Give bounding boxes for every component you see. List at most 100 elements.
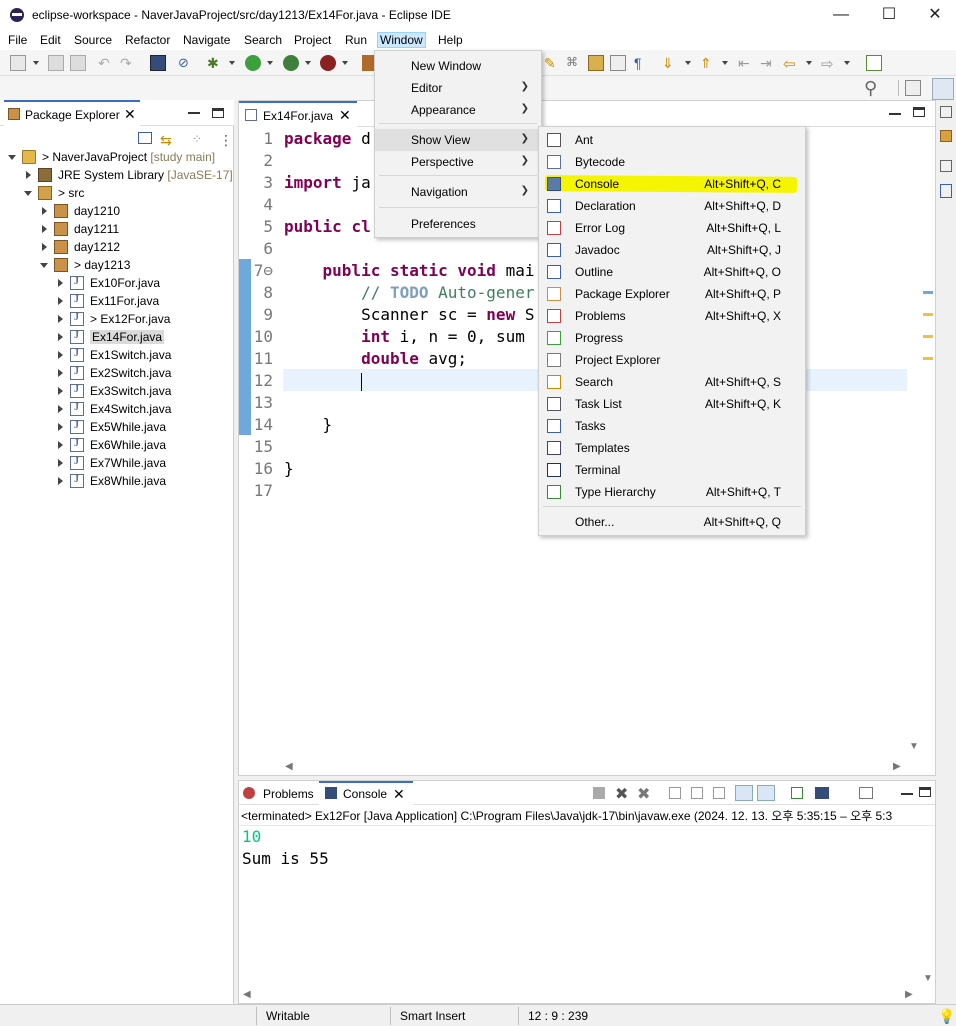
show-view-bytecode[interactable]: Bytecode: [539, 151, 805, 173]
code-line[interactable]: int i, n = 0, sum: [284, 327, 525, 346]
menu-refactor[interactable]: Refactor: [125, 33, 170, 47]
overview-marker[interactable]: [923, 357, 933, 360]
collapsed-arrow-icon[interactable]: [42, 207, 47, 215]
save-all-icon[interactable]: [70, 55, 86, 71]
tree-item[interactable]: JRE System Library [JavaSE-17]: [0, 166, 234, 184]
terminal-toolbar-icon[interactable]: [150, 55, 166, 71]
code-line[interactable]: }: [284, 459, 294, 478]
collapsed-arrow-icon[interactable]: [26, 171, 31, 179]
new-icon[interactable]: [10, 55, 26, 71]
block-selection-icon[interactable]: [610, 55, 626, 71]
show-view-error-log[interactable]: Error Log Alt+Shift+Q, L: [539, 217, 805, 239]
maximize-button[interactable]: ☐: [866, 0, 912, 30]
show-view-terminal[interactable]: Terminal: [539, 459, 805, 481]
window-menu-editor[interactable]: Editor ❯: [375, 77, 541, 99]
collapsed-arrow-icon[interactable]: [58, 297, 63, 305]
back-icon[interactable]: ⇦: [783, 55, 799, 73]
next-annotation-dropdown-icon[interactable]: [685, 61, 691, 65]
external-tools-dropdown-icon[interactable]: [342, 61, 348, 65]
coverage-dropdown-icon[interactable]: [305, 61, 311, 65]
collapsed-arrow-icon[interactable]: [42, 243, 47, 251]
collapse-all-icon[interactable]: [138, 132, 152, 144]
show-view-problems[interactable]: Problems Alt+Shift+Q, X: [539, 305, 805, 327]
show-view-progress[interactable]: Progress: [539, 327, 805, 349]
debug-dropdown-icon[interactable]: [229, 61, 235, 65]
tree-item[interactable]: Ex7While.java: [0, 454, 234, 472]
tree-item[interactable]: Ex10For.java: [0, 274, 234, 292]
menu-window[interactable]: Window: [377, 32, 426, 48]
show-view-javadoc[interactable]: Javadoc Alt+Shift+Q, J: [539, 239, 805, 261]
status-insert-mode[interactable]: Smart Insert: [400, 1009, 465, 1023]
tab-problems[interactable]: Problems: [263, 787, 314, 801]
tree-item[interactable]: Ex6While.java: [0, 436, 234, 454]
coverage-icon[interactable]: [283, 55, 299, 71]
expanded-arrow-icon[interactable]: [24, 191, 32, 196]
clear-console-icon[interactable]: [669, 787, 681, 799]
link-with-editor-icon[interactable]: ⇆: [160, 132, 172, 149]
show-stderr-icon[interactable]: [757, 785, 775, 801]
show-view-other[interactable]: Other... Alt+Shift+Q, Q: [539, 511, 805, 533]
overview-marker[interactable]: [923, 291, 933, 294]
forward-edit-icon[interactable]: ⇥: [760, 55, 776, 71]
overview-marker[interactable]: [923, 313, 933, 316]
show-view-declaration[interactable]: Declaration Alt+Shift+Q, D: [539, 195, 805, 217]
filters-icon[interactable]: ⁘: [192, 132, 202, 146]
collapsed-arrow-icon[interactable]: [42, 225, 47, 233]
show-view-project-explorer[interactable]: Project Explorer: [539, 349, 805, 371]
remove-all-terminated-icon[interactable]: ✖: [637, 784, 650, 804]
window-menu-navigation[interactable]: Navigation ❯: [375, 181, 541, 203]
restore-icon-2[interactable]: [940, 160, 952, 172]
restore-icon[interactable]: [940, 106, 952, 118]
forward-dropdown-icon[interactable]: [844, 61, 850, 65]
window-menu-new-window[interactable]: New Window: [375, 55, 541, 77]
maximize-view-icon[interactable]: [212, 108, 224, 118]
menu-run[interactable]: Run: [345, 33, 367, 47]
code-line[interactable]: import ja: [284, 173, 371, 192]
minimize-console-icon[interactable]: [901, 793, 913, 795]
word-wrap-console-icon[interactable]: [713, 787, 725, 799]
window-menu-show-view[interactable]: Show View ❯: [375, 129, 541, 151]
tree-item[interactable]: day1211: [0, 220, 234, 238]
undo-icon[interactable]: ↶: [98, 55, 114, 71]
tree-item[interactable]: > Ex12For.java: [0, 310, 234, 328]
scroll-down-icon[interactable]: ▼: [909, 741, 919, 752]
tree-item[interactable]: day1212: [0, 238, 234, 256]
menu-source[interactable]: Source: [74, 33, 112, 47]
close-tab-icon[interactable]: ✕: [124, 106, 136, 123]
collapsed-arrow-icon[interactable]: [58, 369, 63, 377]
previous-annotation-icon[interactable]: ⇑: [700, 55, 716, 71]
skip-breakpoints-icon[interactable]: ⊘: [178, 55, 194, 71]
pin-console-icon[interactable]: [791, 787, 803, 799]
menu-navigate[interactable]: Navigate: [183, 33, 230, 47]
run-icon[interactable]: [245, 55, 261, 71]
collapsed-arrow-icon[interactable]: [58, 315, 63, 323]
close-console-icon[interactable]: ✕: [393, 786, 405, 803]
show-stdout-icon[interactable]: [735, 785, 753, 801]
tree-item[interactable]: Ex14For.java: [0, 328, 234, 346]
collapsed-arrow-icon[interactable]: [58, 405, 63, 413]
search-icon[interactable]: ⚲: [864, 78, 877, 99]
collapsed-arrow-icon[interactable]: [58, 351, 63, 359]
view-menu-icon[interactable]: ⋮: [219, 132, 233, 149]
menu-file[interactable]: File: [8, 33, 27, 47]
menu-help[interactable]: Help: [438, 33, 463, 47]
show-view-package-explorer[interactable]: Package Explorer Alt+Shift+Q, P: [539, 283, 805, 305]
show-view-task-list[interactable]: Task List Alt+Shift+Q, K: [539, 393, 805, 415]
task-list-trim-icon[interactable]: [940, 130, 952, 142]
tip-lightbulb-icon[interactable]: 💡: [938, 1008, 955, 1025]
scroll-right-icon[interactable]: ▶: [893, 761, 901, 772]
previous-annotation-dropdown-icon[interactable]: [722, 61, 728, 65]
console-scroll-down-icon[interactable]: ▼: [923, 973, 933, 984]
console-scroll-right-icon[interactable]: ▶: [905, 989, 913, 1000]
collapsed-arrow-icon[interactable]: [58, 279, 63, 287]
next-annotation-icon[interactable]: ⇓: [662, 55, 678, 71]
tree-item[interactable]: day1210: [0, 202, 234, 220]
tree-item[interactable]: > src: [0, 184, 234, 202]
toggle-breadcrumb-icon[interactable]: ⌘: [566, 55, 582, 71]
maximize-console-icon[interactable]: [919, 787, 931, 797]
minimize-editor-icon[interactable]: [889, 113, 901, 115]
new-dropdown-icon[interactable]: [33, 61, 39, 65]
tree-item[interactable]: Ex1Switch.java: [0, 346, 234, 364]
overview-marker[interactable]: [923, 335, 933, 338]
last-edit-location-icon[interactable]: ⇤: [738, 55, 754, 71]
